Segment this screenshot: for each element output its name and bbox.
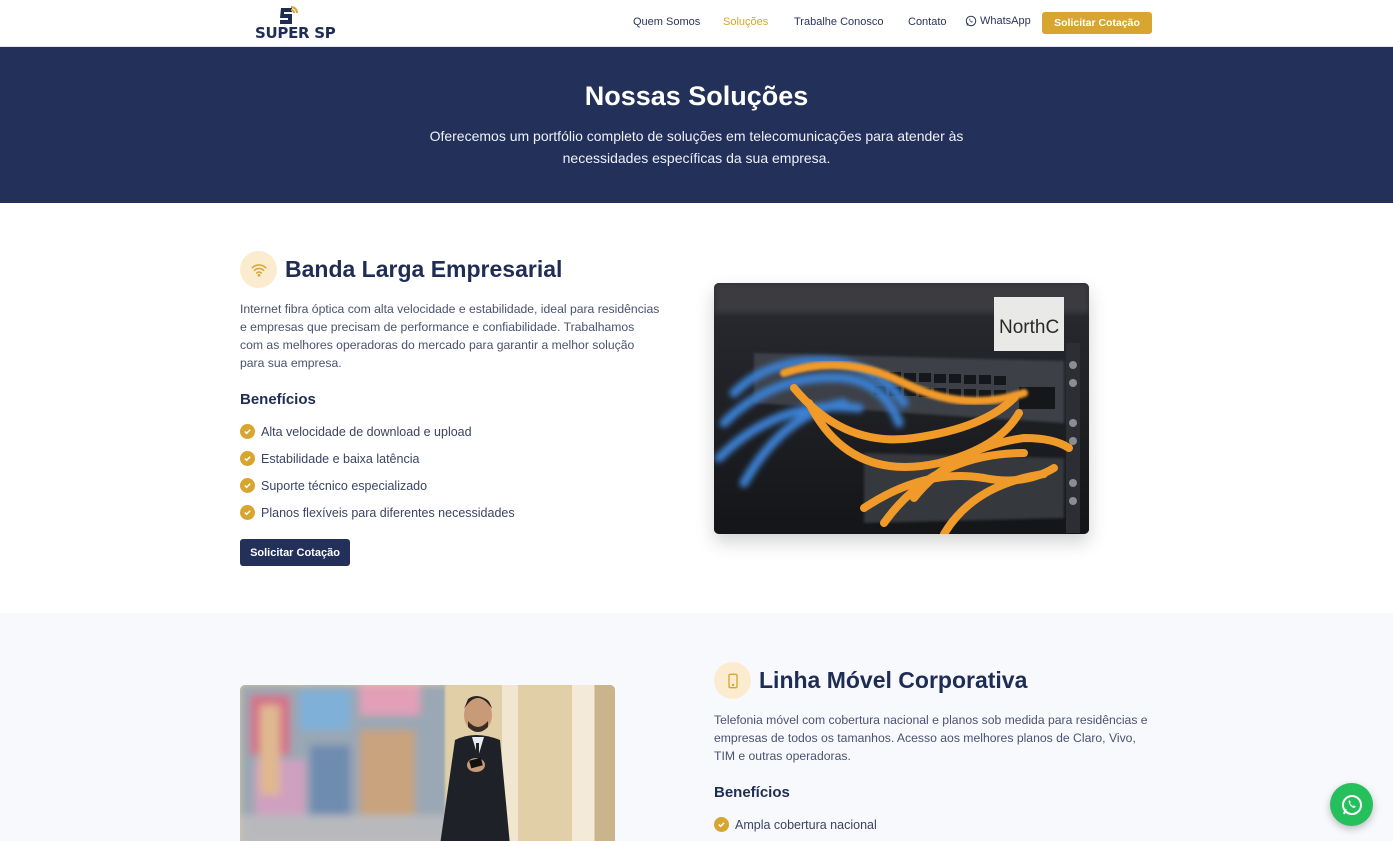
benefit-label: Suporte técnico especializado xyxy=(261,478,428,493)
benefits-title: Benefícios xyxy=(714,784,790,801)
benefit-label: Estabilidade e baixa latência xyxy=(261,451,420,466)
logo[interactable]: SUPER SP xyxy=(255,6,336,42)
nav-contato[interactable]: Contato xyxy=(908,16,947,28)
benefit-item: Ampla cobertura nacional xyxy=(714,817,877,832)
wifi-icon xyxy=(240,251,277,288)
solution-description: Telefonia móvel com cobertura nacional e… xyxy=(714,713,1148,763)
solution-title: Linha Móvel Corporativa xyxy=(759,667,1028,693)
solution-description: Internet fibra óptica com alta velocidad… xyxy=(240,302,660,370)
broadband-quote-button[interactable]: Solicitar Cotação xyxy=(240,539,350,566)
solution-section-mobile xyxy=(0,613,1393,841)
businessman-phone-image xyxy=(240,685,615,841)
benefit-label: Ampla cobertura nacional xyxy=(735,817,877,832)
check-icon xyxy=(240,451,255,466)
check-icon xyxy=(714,817,729,832)
benefits-title: Benefícios xyxy=(240,391,316,408)
whatsapp-label: WhatsApp xyxy=(980,15,1031,27)
nav-solucoes[interactable]: Soluções xyxy=(723,16,768,28)
hero-banner: Nossas Soluções Oferecemos um portfólio … xyxy=(0,47,1393,203)
benefit-label: Alta velocidade de download e upload xyxy=(261,424,472,439)
whatsapp-float-button[interactable] xyxy=(1330,783,1373,826)
check-icon xyxy=(240,505,255,520)
benefit-label: Planos flexíveis para diferentes necessi… xyxy=(261,505,515,520)
northc-label: NorthC xyxy=(999,317,1059,338)
hero-subtitle: Oferecemos um portfólio completo de solu… xyxy=(429,128,964,166)
nav-whatsapp[interactable]: WhatsApp xyxy=(965,15,1031,27)
whatsapp-icon xyxy=(965,15,977,27)
solution-title: Banda Larga Empresarial xyxy=(285,256,563,282)
nav-quem-somos[interactable]: Quem Somos xyxy=(633,16,700,28)
header-quote-button[interactable]: Solicitar Cotação xyxy=(1042,12,1152,34)
nav-trabalhe-conosco[interactable]: Trabalhe Conosco xyxy=(794,16,883,28)
check-icon xyxy=(240,478,255,493)
logo-text: SUPER SP xyxy=(255,24,336,42)
hero-title: Nossas Soluções xyxy=(584,81,809,111)
solution-section-broadband xyxy=(0,203,1393,613)
check-icon xyxy=(240,424,255,439)
benefit-item: Planos flexíveis para diferentes necessi… xyxy=(240,505,515,520)
whatsapp-icon xyxy=(1341,794,1362,815)
benefit-item: Estabilidade e baixa latência xyxy=(240,451,419,466)
logo-mark-icon xyxy=(280,6,298,24)
smartphone-icon xyxy=(714,662,751,699)
benefit-item: Alta velocidade de download e upload xyxy=(240,424,472,439)
site-header: SUPER SP Quem Somos Soluções Trabalhe Co… xyxy=(0,0,1393,47)
benefit-item: Suporte técnico especializado xyxy=(240,478,427,493)
network-switch-image: NorthC xyxy=(714,283,1089,534)
